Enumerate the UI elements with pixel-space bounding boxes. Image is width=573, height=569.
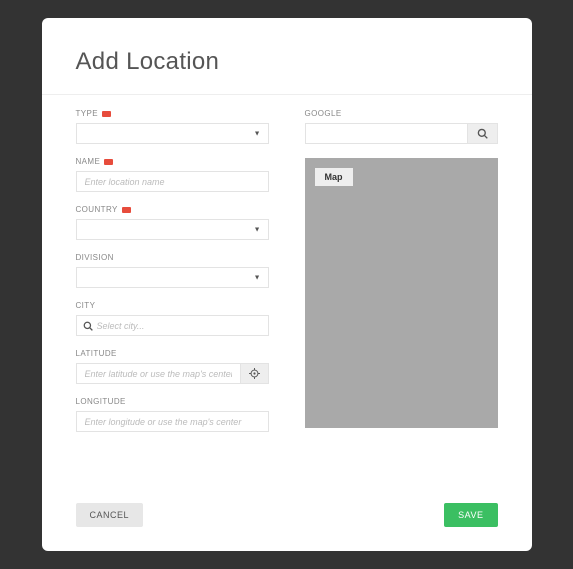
google-input[interactable]: [305, 123, 468, 144]
type-select[interactable]: [76, 123, 269, 144]
latitude-group: LATITUDE: [76, 349, 269, 384]
required-badge: [122, 207, 131, 213]
division-group: DIVISION ▼: [76, 253, 269, 288]
city-label-text: CITY: [76, 301, 96, 310]
type-label: TYPE: [76, 109, 269, 118]
map-type-button[interactable]: Map: [315, 168, 353, 186]
type-label-text: TYPE: [76, 109, 99, 118]
modal-title: Add Location: [76, 48, 498, 76]
city-group: CITY: [76, 301, 269, 336]
google-label-text: GOOGLE: [305, 109, 342, 118]
name-label: NAME: [76, 157, 269, 166]
city-label: CITY: [76, 301, 269, 310]
name-label-text: NAME: [76, 157, 101, 166]
map-panel[interactable]: Map: [305, 158, 498, 428]
google-search-button[interactable]: [468, 123, 498, 144]
latitude-label-text: LATITUDE: [76, 349, 117, 358]
longitude-group: LONGITUDE: [76, 397, 269, 432]
longitude-input[interactable]: [76, 411, 269, 432]
locate-button[interactable]: [241, 363, 269, 384]
latitude-input[interactable]: [76, 363, 241, 384]
crosshair-icon: [249, 368, 260, 379]
division-select[interactable]: [76, 267, 269, 288]
division-label-text: DIVISION: [76, 253, 114, 262]
save-button[interactable]: SAVE: [444, 503, 497, 527]
add-location-modal: Add Location TYPE ▼ NAME: [42, 18, 532, 551]
required-badge: [104, 159, 113, 165]
latitude-label: LATITUDE: [76, 349, 269, 358]
required-badge: [102, 111, 111, 117]
divider: [42, 94, 532, 95]
google-label: GOOGLE: [305, 109, 498, 118]
name-group: NAME: [76, 157, 269, 192]
country-select[interactable]: [76, 219, 269, 240]
search-icon: [83, 321, 93, 331]
city-input[interactable]: [97, 321, 262, 331]
type-group: TYPE ▼: [76, 109, 269, 144]
cancel-button[interactable]: CANCEL: [76, 503, 144, 527]
right-column: GOOGLE Map: [305, 109, 498, 445]
google-group: GOOGLE: [305, 109, 498, 144]
longitude-label: LONGITUDE: [76, 397, 269, 406]
country-group: COUNTRY ▼: [76, 205, 269, 240]
search-icon: [477, 128, 488, 139]
longitude-label-text: LONGITUDE: [76, 397, 126, 406]
name-input[interactable]: [76, 171, 269, 192]
country-label: COUNTRY: [76, 205, 269, 214]
form-columns: TYPE ▼ NAME COUNTRY: [76, 109, 498, 445]
modal-footer: CANCEL SAVE: [76, 503, 498, 527]
country-label-text: COUNTRY: [76, 205, 118, 214]
left-column: TYPE ▼ NAME COUNTRY: [76, 109, 269, 445]
division-label: DIVISION: [76, 253, 269, 262]
city-input-wrap[interactable]: [76, 315, 269, 336]
